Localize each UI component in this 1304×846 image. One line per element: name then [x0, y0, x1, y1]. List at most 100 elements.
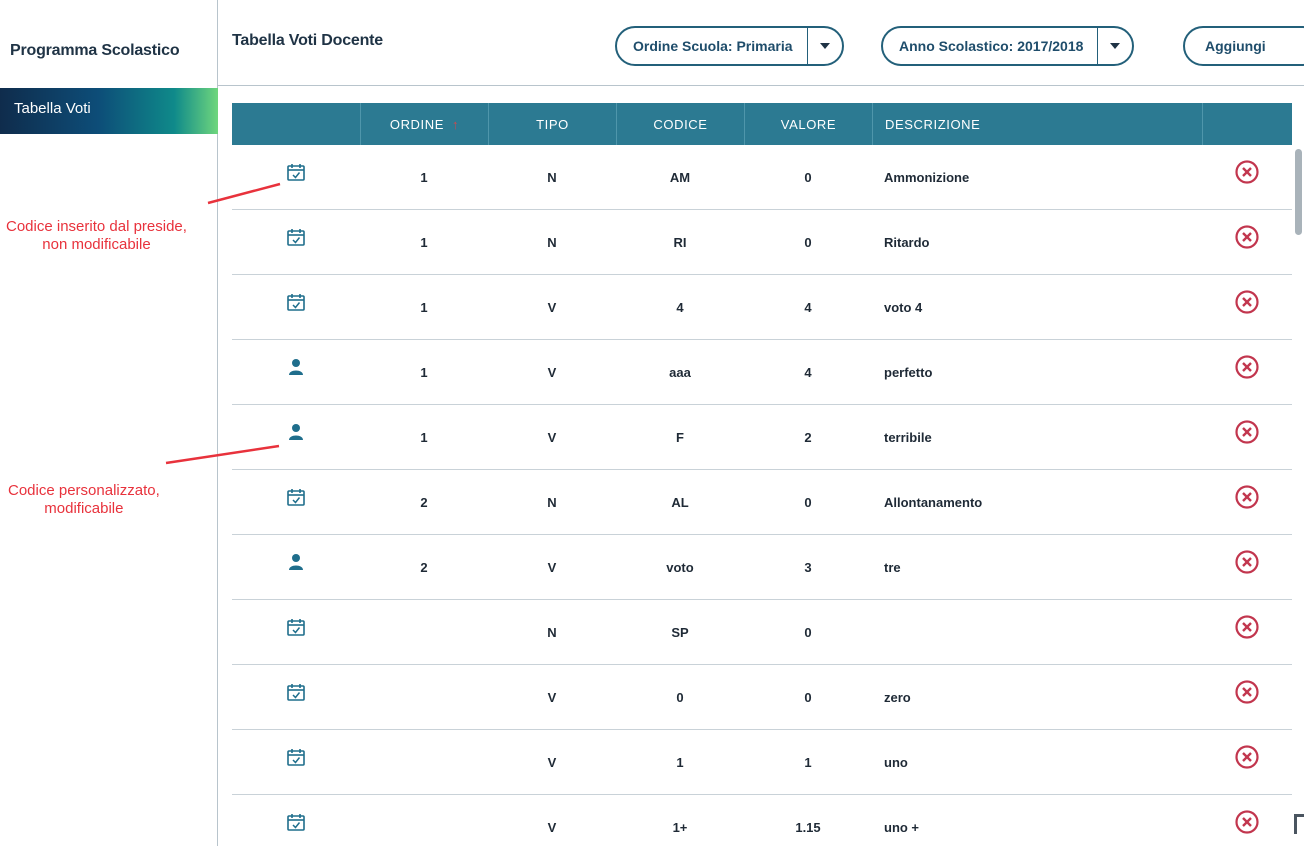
table-row[interactable]: V 1+ 1.15 uno +: [232, 795, 1292, 846]
header-divider: [218, 85, 1304, 86]
cell-codice: 4: [676, 299, 684, 315]
cell-valore: 0: [804, 494, 812, 510]
annotation-preside-line2: non modificabile: [42, 236, 151, 253]
calendar-check-icon: [232, 275, 360, 339]
cell-ordine: 2: [420, 559, 428, 575]
table-row[interactable]: 1 N AM 0 Ammonizione: [232, 145, 1292, 210]
cell-ordine: [360, 730, 488, 794]
sort-arrow-icon[interactable]: ↑: [452, 117, 459, 132]
table-row[interactable]: 1 N RI 0 Ritardo: [232, 210, 1292, 275]
cell-valore: 1: [804, 754, 812, 770]
chevron-down-icon[interactable]: [808, 28, 842, 64]
column-header-tipo-label: TIPO: [536, 116, 569, 132]
delete-circle-x-icon[interactable]: [1202, 275, 1292, 339]
ordine-scuola-select[interactable]: Ordine Scuola: Primaria: [615, 26, 844, 66]
delete-circle-x-icon[interactable]: [1202, 145, 1292, 209]
cell-ordine: 1: [420, 429, 428, 445]
cell-codice: AL: [671, 494, 689, 510]
cell-valore: 0: [804, 234, 812, 250]
calendar-check-icon: [232, 795, 360, 846]
user-icon: [232, 535, 360, 599]
cell-valore: 0: [804, 169, 812, 185]
cell-codice: RI: [673, 234, 687, 250]
cell-descrizione: Ammonizione: [884, 169, 970, 185]
table-row[interactable]: V 1 1 uno: [232, 730, 1292, 795]
sidebar: Programma Scolastico Tabella Voti: [0, 0, 218, 846]
cell-descrizione: zero: [884, 689, 911, 705]
cell-tipo: N: [547, 234, 557, 250]
cell-descrizione: perfetto: [884, 364, 933, 380]
cell-tipo: V: [547, 689, 557, 705]
cell-tipo: V: [547, 299, 557, 315]
cell-valore: 0: [804, 624, 812, 640]
column-header-valore[interactable]: VALORE: [744, 103, 872, 145]
cell-descrizione: Ritardo: [884, 234, 930, 250]
cell-descrizione: uno: [884, 754, 908, 770]
table-row[interactable]: 2 N AL 0 Allontanamento: [232, 470, 1292, 535]
user-icon: [232, 405, 360, 469]
cell-valore: 2: [804, 429, 812, 445]
table-row[interactable]: V 0 0 zero: [232, 665, 1292, 730]
cell-codice: SP: [671, 624, 689, 640]
calendar-check-icon: [232, 210, 360, 274]
delete-circle-x-icon[interactable]: [1202, 600, 1292, 664]
cell-ordine: 1: [420, 364, 428, 380]
table-row[interactable]: 2 Vvoto 3 tre: [232, 535, 1292, 600]
cell-codice: AM: [669, 169, 691, 185]
cell-codice: F: [676, 429, 684, 445]
cell-valore: 0: [804, 689, 812, 705]
calendar-check-icon: [232, 665, 360, 729]
table-row[interactable]: 1 Vaaa 4 perfetto: [232, 340, 1292, 405]
table-row[interactable]: 1 V 4 4 voto 4: [232, 275, 1292, 340]
delete-circle-x-icon[interactable]: [1202, 535, 1292, 599]
scroll-thumb[interactable]: [1295, 149, 1302, 235]
cell-codice: 0: [676, 689, 684, 705]
user-icon: [232, 340, 360, 404]
sidebar-title: Programma Scolastico: [10, 42, 180, 59]
annotation-personal-line2: modificabile: [44, 500, 124, 517]
table-row[interactable]: N SP 0: [232, 600, 1292, 665]
cell-descrizione: uno +: [884, 819, 920, 835]
column-header-ordine-label: ORDINE: [389, 116, 445, 132]
delete-circle-x-icon[interactable]: [1202, 210, 1292, 274]
cell-tipo: V: [547, 364, 557, 380]
delete-circle-x-icon[interactable]: [1202, 795, 1292, 846]
cell-descrizione: [884, 600, 1202, 664]
cell-descrizione: Allontanamento: [884, 494, 983, 510]
cell-tipo: V: [547, 754, 557, 770]
cell-codice: 1: [676, 754, 684, 770]
resize-corner-icon[interactable]: [1294, 814, 1304, 834]
table-scrollbar[interactable]: [1294, 145, 1304, 825]
column-header-descrizione[interactable]: DESCRIZIONE: [872, 103, 1202, 145]
cell-valore: 4: [804, 299, 812, 315]
column-header-icon: [232, 103, 360, 145]
delete-circle-x-icon[interactable]: [1202, 665, 1292, 729]
cell-valore: 4: [804, 364, 812, 380]
delete-circle-x-icon[interactable]: [1202, 405, 1292, 469]
column-header-ordine[interactable]: ORDINE ↑: [360, 103, 488, 145]
delete-circle-x-icon[interactable]: [1202, 470, 1292, 534]
column-header-tipo[interactable]: TIPO: [488, 103, 616, 145]
column-header-codice-label: CODICE: [653, 116, 708, 132]
cell-tipo: N: [547, 494, 557, 510]
calendar-check-icon: [232, 600, 360, 664]
add-button[interactable]: Aggiungi: [1183, 26, 1304, 66]
column-header-actions: [1202, 103, 1292, 145]
cell-valore: 3: [804, 559, 812, 575]
column-header-descrizione-label: DESCRIZIONE: [885, 116, 981, 132]
table-body: 1 N AM 0 Ammonizione 1 N RI 0 Ritardo 1 V 4 4 voto 41V…: [232, 145, 1292, 846]
sidebar-item-tabella-voti[interactable]: Tabella Voti: [0, 88, 218, 134]
anno-scolastico-value: Anno Scolastico: 2017/2018: [899, 38, 1084, 54]
cell-tipo: V: [547, 559, 557, 575]
cell-ordine: 1: [420, 234, 428, 250]
table-row[interactable]: 1 V F 2 terribile: [232, 405, 1292, 470]
ordine-scuola-value: Ordine Scuola: Primaria: [633, 38, 793, 54]
annotation-preside: Codice inserito dal preside, non modific…: [6, 218, 187, 254]
calendar-check-icon: [232, 470, 360, 534]
delete-circle-x-icon[interactable]: [1202, 340, 1292, 404]
chevron-down-icon[interactable]: [1098, 28, 1132, 64]
delete-circle-x-icon[interactable]: [1202, 730, 1292, 794]
anno-scolastico-select[interactable]: Anno Scolastico: 2017/2018: [881, 26, 1135, 66]
column-header-codice[interactable]: CODICE: [616, 103, 744, 145]
calendar-check-icon: [232, 730, 360, 794]
